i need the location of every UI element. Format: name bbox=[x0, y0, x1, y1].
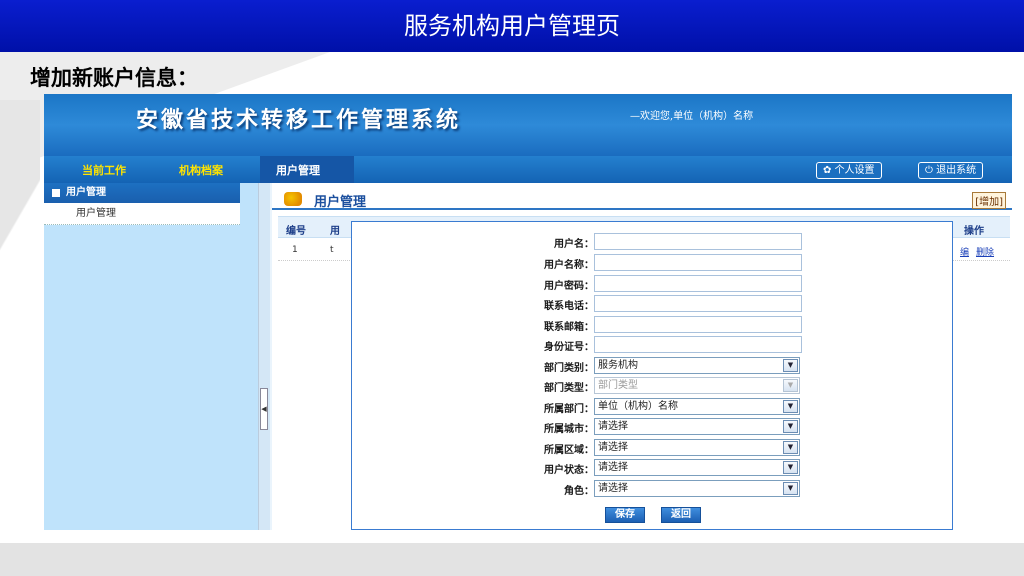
row-username: t bbox=[330, 245, 334, 255]
form-row-name: 用户名称： bbox=[352, 253, 954, 273]
form-row-email: 联系邮箱： bbox=[352, 315, 954, 335]
chevron-down-icon: ▼ bbox=[783, 420, 798, 433]
slide-subtitle: 增加新账户信息： bbox=[30, 65, 198, 90]
role-select[interactable]: 请选择 ▼ bbox=[594, 480, 800, 497]
content-title: 用户管理 bbox=[314, 195, 367, 210]
role-value: 请选择 bbox=[598, 483, 628, 494]
row-id: 1 bbox=[292, 245, 298, 255]
sidebar-item-user-management[interactable]: 用户管理 bbox=[44, 203, 240, 225]
dept-value: 单位（机构）名称 bbox=[598, 401, 678, 412]
chevron-down-icon: ▼ bbox=[783, 379, 798, 392]
sidebar-header[interactable]: 用户管理 bbox=[44, 183, 240, 203]
column-username: 用 bbox=[330, 226, 340, 237]
slide-title: 服务机构用户管理页 bbox=[0, 0, 1024, 52]
password-input[interactable] bbox=[594, 275, 802, 292]
password-label: 用户密码： bbox=[544, 281, 594, 292]
square-icon bbox=[52, 189, 60, 197]
sidebar-header-label: 用户管理 bbox=[66, 187, 106, 198]
idcard-input[interactable] bbox=[594, 336, 802, 353]
add-user-form: 用户名： 用户名称： 用户密码： 联系电话： 联系邮箱： 身份证号： 部门类别：… bbox=[351, 221, 953, 530]
dept-category-value: 服务机构 bbox=[598, 360, 638, 371]
nav-org-archive[interactable]: 机构档案 bbox=[179, 162, 223, 178]
form-row-idcard: 身份证号： bbox=[352, 335, 954, 355]
dept-category-select[interactable]: 服务机构 ▼ bbox=[594, 357, 800, 374]
app-banner: 安徽省技术转移工作管理系统 —欢迎您,单位（机构）名称 bbox=[44, 94, 1012, 156]
region-value: 请选择 bbox=[598, 442, 628, 453]
dept-type-label: 部门类型： bbox=[544, 383, 594, 394]
dept-type-value: 部门类型 bbox=[598, 380, 638, 391]
phone-label: 联系电话： bbox=[544, 301, 594, 312]
chevron-down-icon: ▼ bbox=[783, 482, 798, 495]
name-label: 用户名称： bbox=[544, 260, 594, 271]
name-input[interactable] bbox=[594, 254, 802, 271]
chevron-down-icon: ▼ bbox=[783, 359, 798, 372]
column-operations: 操作 bbox=[964, 226, 984, 237]
form-row-dept: 所属部门： 单位（机构）名称 ▼ bbox=[352, 397, 954, 417]
column-id: 编号 bbox=[286, 226, 306, 237]
dept-select[interactable]: 单位（机构）名称 ▼ bbox=[594, 398, 800, 415]
email-label: 联系邮箱： bbox=[544, 322, 594, 333]
status-select[interactable]: 请选择 ▼ bbox=[594, 459, 800, 476]
slide-footer bbox=[0, 543, 1024, 576]
back-button[interactable]: 返回 bbox=[661, 507, 701, 523]
add-link[interactable]: [增加] bbox=[972, 192, 1006, 209]
dept-label: 所属部门： bbox=[544, 404, 594, 415]
dept-category-label: 部门类别： bbox=[544, 363, 594, 374]
form-row-role: 角色： 请选择 ▼ bbox=[352, 479, 954, 499]
status-value: 请选择 bbox=[598, 462, 628, 473]
slide: 服务机构用户管理页 增加新账户信息： 安徽省技术转移工作管理系统 —欢迎您,单位… bbox=[0, 0, 1024, 576]
form-row-username: 用户名： bbox=[352, 232, 954, 252]
system-title: 安徽省技术转移工作管理系统 bbox=[136, 107, 462, 133]
form-row-dept-type: 部门类型： 部门类型 ▼ bbox=[352, 376, 954, 396]
city-value: 请选择 bbox=[598, 421, 628, 432]
logout-label: 退出系统 bbox=[936, 165, 977, 176]
form-row-dept-category: 部门类别： 服务机构 ▼ bbox=[352, 356, 954, 376]
sidebar: 用户管理 用户管理 bbox=[44, 183, 258, 530]
decorative-stripe bbox=[0, 100, 40, 400]
chevron-down-icon: ▼ bbox=[783, 461, 798, 474]
form-row-phone: 联系电话： bbox=[352, 294, 954, 314]
nav-user-management[interactable]: 用户管理 bbox=[276, 162, 320, 178]
user-icon bbox=[284, 192, 302, 206]
save-button[interactable]: 保存 bbox=[605, 507, 645, 523]
region-label: 所属区域： bbox=[544, 445, 594, 456]
delete-link[interactable]: 删除 bbox=[976, 245, 994, 258]
username-label: 用户名： bbox=[554, 239, 594, 250]
collapse-bar bbox=[258, 183, 270, 530]
idcard-label: 身份证号： bbox=[544, 342, 594, 353]
dept-type-select[interactable]: 部门类型 ▼ bbox=[594, 377, 800, 394]
city-select[interactable]: 请选择 ▼ bbox=[594, 418, 800, 435]
personal-settings-button[interactable]: ✿ 个人设置 bbox=[816, 162, 882, 179]
form-row-city: 所属城市： 请选择 ▼ bbox=[352, 417, 954, 437]
email-input[interactable] bbox=[594, 316, 802, 333]
gear-icon: ✿ bbox=[823, 165, 835, 176]
content-header: 用户管理 [增加] bbox=[272, 190, 1012, 210]
form-row-status: 用户状态： 请选择 ▼ bbox=[352, 458, 954, 478]
nav-current-work[interactable]: 当前工作 bbox=[82, 162, 126, 178]
username-input[interactable] bbox=[594, 233, 802, 250]
region-select[interactable]: 请选择 ▼ bbox=[594, 439, 800, 456]
collapse-sidebar-button[interactable]: ◀ bbox=[260, 388, 268, 430]
form-row-region: 所属区域： 请选择 ▼ bbox=[352, 438, 954, 458]
phone-input[interactable] bbox=[594, 295, 802, 312]
status-label: 用户状态： bbox=[544, 465, 594, 476]
role-label: 角色： bbox=[564, 486, 594, 497]
personal-settings-label: 个人设置 bbox=[834, 165, 875, 176]
city-label: 所属城市： bbox=[544, 424, 594, 435]
power-icon: ⏻ bbox=[925, 165, 937, 176]
chevron-down-icon: ▼ bbox=[783, 441, 798, 454]
form-row-password: 用户密码： bbox=[352, 274, 954, 294]
edit-link[interactable]: 编 bbox=[960, 245, 969, 258]
welcome-text: —欢迎您,单位（机构）名称 bbox=[630, 111, 754, 122]
chevron-down-icon: ▼ bbox=[783, 400, 798, 413]
logout-button[interactable]: ⏻ 退出系统 bbox=[918, 162, 984, 179]
